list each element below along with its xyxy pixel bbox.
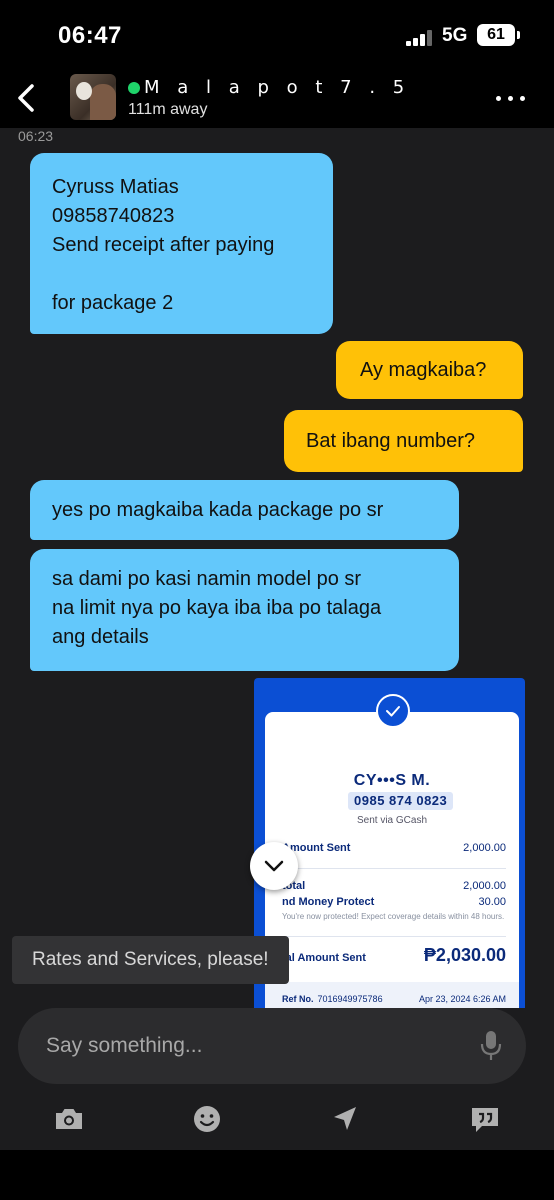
received-message[interactable]: yes po magkaiba kada package po sr [30, 480, 459, 540]
receipt-image-message[interactable]: CY•••S M. 0985 874 0823 Sent via GCash A… [254, 678, 525, 1008]
scroll-to-bottom-button[interactable] [250, 842, 298, 890]
receipt-via: Sent via GCash [356, 815, 428, 826]
received-message[interactable]: sa dami po kasi namin model po sr na lim… [30, 549, 459, 671]
receipt-footer: Ref No. 7016949975786 Apr 23, 2024 6:26 A… [265, 982, 519, 1008]
receipt-ref-label: Ref No. [282, 994, 314, 1004]
location-button[interactable] [328, 1102, 362, 1136]
battery-tip [517, 31, 520, 39]
avatar-figure [90, 84, 116, 120]
message-input[interactable] [18, 1008, 526, 1084]
receipt-divider [282, 868, 506, 869]
microphone-icon[interactable] [480, 1030, 502, 1062]
emoji-icon [194, 1106, 220, 1132]
message-composer [0, 1008, 554, 1088]
receipt-value: 2,000.00 [463, 842, 506, 854]
camera-icon [56, 1109, 82, 1129]
receipt-value: 2,000.00 [463, 880, 506, 892]
battery-icon: 61 [477, 24, 515, 46]
status-time: 06:47 [58, 22, 122, 49]
chat-header: M a l a p o t 7 . 5 111m away [0, 70, 554, 128]
emoji-button[interactable] [190, 1102, 224, 1136]
receipt-card: CY•••S M. 0985 874 0823 Sent via GCash A… [265, 712, 519, 1008]
home-indicator-area [0, 1150, 554, 1200]
location-icon [334, 1107, 356, 1130]
receipt-recipient-name: CY•••S M. [353, 772, 431, 789]
more-options-button[interactable] [494, 94, 528, 104]
receipt-total-value: ₱2,030.00 [423, 945, 506, 965]
receipt-ref-value: 7016949975786 [317, 994, 383, 1004]
receipt-label: nd Money Protect [282, 896, 375, 908]
chevron-left-icon [18, 84, 34, 112]
camera-button[interactable] [52, 1102, 86, 1136]
receipt-protect-note: You're now protected! Expect coverage de… [282, 912, 505, 921]
quick-reply-button[interactable] [468, 1102, 502, 1136]
status-bar: 06:47 5G 61 [0, 0, 554, 70]
avatar-mask [76, 82, 92, 100]
chevron-down-icon [264, 860, 284, 872]
message-timestamp: 06:23 [18, 128, 54, 144]
online-status-icon [128, 82, 140, 94]
received-message[interactable]: Cyruss Matias 09858740823 Send receipt a… [30, 153, 333, 334]
receipt-recipient-number: 0985 874 0823 [348, 792, 454, 810]
sent-message[interactable]: Ay magkaiba? [336, 341, 523, 399]
contact-name[interactable]: M a l a p o t 7 . 5 [144, 77, 410, 98]
network-type: 5G [442, 25, 468, 46]
receipt-value: 30.00 [478, 896, 506, 908]
chat-toolbar [0, 1090, 554, 1150]
check-circle-icon [376, 694, 410, 728]
receipt-date: Apr 23, 2024 6:26 AM [418, 994, 506, 1004]
receipt-divider [282, 936, 506, 937]
chat-thread[interactable]: 06:23 Cyruss Matias 09858740823 Send rec… [0, 128, 554, 1008]
sent-message[interactable]: Bat ibang number? [284, 410, 523, 472]
signal-icon [406, 30, 436, 46]
avatar[interactable] [70, 74, 116, 120]
back-button[interactable] [10, 78, 46, 118]
quick-reply-icon [472, 1108, 498, 1132]
quick-reply-suggestion[interactable]: Rates and Services, please! [12, 936, 289, 984]
receipt-total-label: tal Amount Sent [282, 952, 366, 964]
contact-distance: 111m away [128, 101, 208, 118]
checkmark-icon [386, 706, 400, 717]
receipt-ref: Ref No. 7016949975786 [282, 994, 383, 1004]
